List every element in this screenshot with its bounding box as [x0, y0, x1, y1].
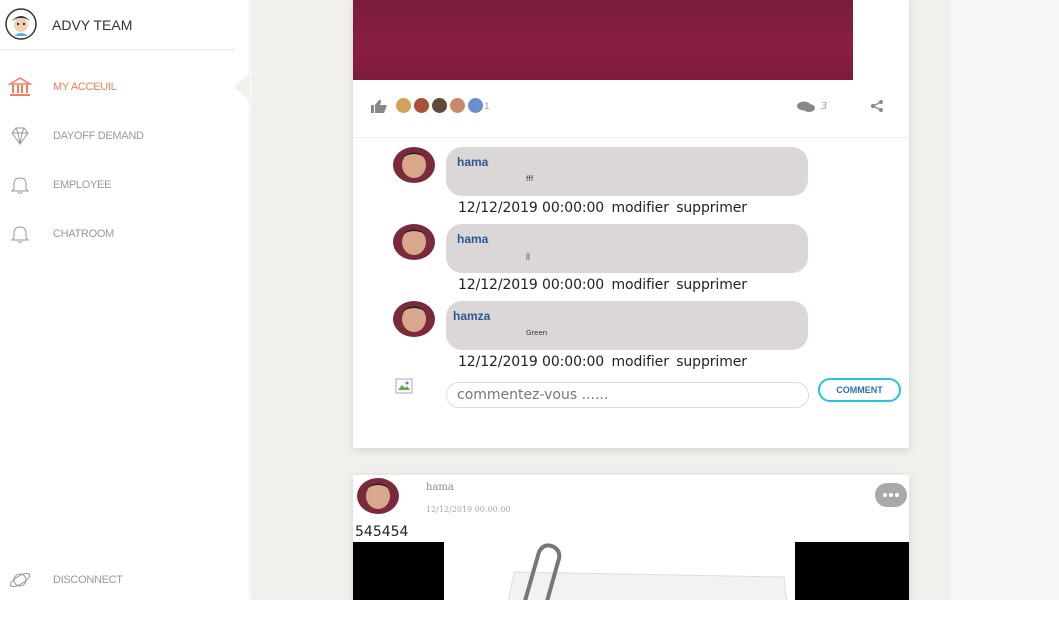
- delete-comment-link[interactable]: supprimer: [676, 354, 747, 370]
- comment-text: fff: [526, 175, 534, 183]
- right-panel: [951, 0, 1059, 600]
- comment-author[interactable]: hama: [457, 232, 488, 246]
- brand-name: ADVY TEAM: [52, 17, 133, 33]
- sidebar-item-label: DISCONNECT: [53, 574, 123, 586]
- comment-item: hama fff 12/12/2019 00:00:00 modifier su…: [393, 147, 813, 225]
- post-text: 545454: [355, 524, 409, 540]
- comment-author[interactable]: hamza: [453, 309, 490, 323]
- commenter-avatar[interactable]: [393, 147, 435, 183]
- comment-bubble: hama jj: [446, 224, 808, 273]
- broken-image-icon: [395, 378, 413, 394]
- comment-author[interactable]: hama: [457, 155, 488, 169]
- post-image[interactable]: [353, 0, 853, 80]
- divider: [353, 137, 909, 138]
- attachment-image: [444, 542, 795, 600]
- comment-meta: 12/12/2019 00:00:00 modifier supprimer: [458, 200, 750, 216]
- bank-icon: [8, 77, 32, 96]
- liker-avatar: [467, 97, 485, 114]
- delete-comment-link[interactable]: supprimer: [676, 277, 747, 293]
- like-count: 1: [484, 102, 490, 112]
- comment-date: 12/12/2019 00:00:00: [458, 277, 605, 293]
- sidebar: ADVY TEAM MY ACCEUIL DAYOFF DEMAND EMPLO…: [0, 0, 250, 600]
- brand-header: ADVY TEAM: [0, 0, 235, 50]
- comment-bubble: hama fff: [446, 147, 808, 196]
- comment-meta: 12/12/2019 00:00:00 modifier supprimer: [458, 277, 750, 293]
- post-media[interactable]: [353, 542, 909, 600]
- diamond-icon: [11, 127, 29, 145]
- delete-comment-link[interactable]: supprimer: [676, 200, 747, 216]
- comment-item: hamza Green 12/12/2019 00:00:00 modifier…: [393, 301, 813, 379]
- sidebar-item-label: DAYOFF DEMAND: [53, 130, 144, 142]
- comment-text: jj: [526, 252, 530, 260]
- sidebar-item-label: EMPLOYEE: [53, 179, 112, 191]
- comment-input[interactable]: [446, 382, 809, 408]
- post-card: hama 12/12/2019 00:00:00 545454: [353, 475, 909, 600]
- post-author[interactable]: hama: [426, 482, 454, 493]
- sidebar-item-my-acceuil[interactable]: MY ACCEUIL: [0, 72, 235, 102]
- thumbs-up-icon[interactable]: [371, 99, 387, 113]
- sidebar-item-label: MY ACCEUIL: [53, 81, 117, 93]
- comment-meta: 12/12/2019 00:00:00 modifier supprimer: [458, 354, 750, 370]
- bell-icon: [10, 177, 30, 194]
- commenter-avatar[interactable]: [393, 301, 435, 337]
- liker-avatar: [395, 97, 412, 114]
- sidebar-item-dayoff-demand[interactable]: DAYOFF DEMAND: [0, 121, 235, 151]
- post-stats: 1 3: [353, 92, 909, 122]
- planet-icon: [9, 573, 31, 587]
- comment-item: hama jj 12/12/2019 00:00:00 modifier sup…: [393, 224, 813, 302]
- share-icon[interactable]: [870, 99, 884, 113]
- comment-text: Green: [526, 329, 548, 337]
- edit-comment-link[interactable]: modifier: [611, 354, 668, 370]
- sidebar-item-label: CHATROOM: [53, 228, 114, 240]
- active-indicator: [234, 73, 250, 101]
- sidebar-item-employee[interactable]: EMPLOYEE: [0, 170, 235, 200]
- post-card: 1 3 hama fff 12/12/2019 00:00:00 modifie…: [353, 0, 909, 448]
- more-options-icon[interactable]: [875, 483, 907, 507]
- sidebar-item-disconnect[interactable]: DISCONNECT: [0, 565, 235, 595]
- comments-icon[interactable]: [797, 101, 815, 113]
- edit-comment-link[interactable]: modifier: [611, 277, 668, 293]
- paperclip-icon: [507, 543, 788, 600]
- team-avatar-icon: [5, 8, 37, 40]
- comment-date: 12/12/2019 00:00:00: [458, 200, 605, 216]
- liker-avatar: [413, 97, 431, 114]
- liker-avatar: [431, 97, 449, 114]
- edit-comment-link[interactable]: modifier: [611, 200, 668, 216]
- comment-button[interactable]: COMMENT: [818, 378, 901, 402]
- sidebar-item-chatroom[interactable]: CHATROOM: [0, 219, 235, 249]
- feed-area[interactable]: 1 3 hama fff 12/12/2019 00:00:00 modifie…: [251, 0, 951, 600]
- bell-icon: [10, 226, 30, 243]
- post-date: 12/12/2019 00:00:00: [426, 505, 511, 514]
- comment-date: 12/12/2019 00:00:00: [458, 354, 605, 370]
- likers-avatars[interactable]: [395, 97, 485, 115]
- commenter-avatar[interactable]: [393, 224, 435, 260]
- liker-avatar: [449, 97, 467, 114]
- comment-count: 3: [821, 101, 828, 112]
- comment-bubble: hamza Green: [446, 301, 808, 350]
- author-avatar[interactable]: [357, 478, 399, 514]
